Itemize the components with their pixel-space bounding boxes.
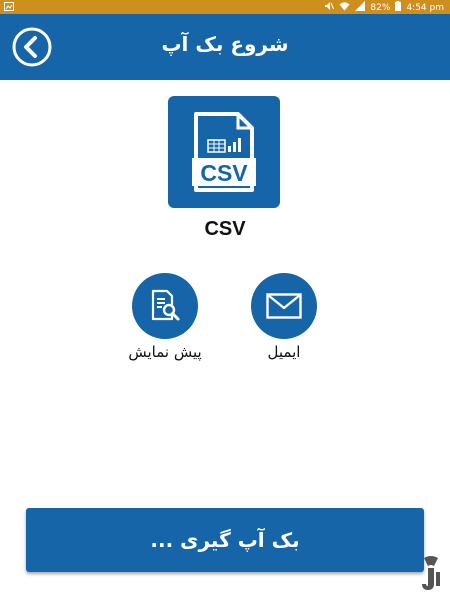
file-type-tile: CSV xyxy=(168,96,280,208)
wifi-icon xyxy=(339,1,350,15)
email-action[interactable]: ایمیل xyxy=(224,273,344,361)
envelope-icon xyxy=(266,293,302,319)
app-logo-icon xyxy=(416,554,446,594)
status-bar: 82% 4:54 pm xyxy=(0,0,450,14)
document-search-icon xyxy=(151,289,180,321)
back-arrow-icon xyxy=(12,27,52,67)
clock: 4:54 pm xyxy=(406,3,444,13)
mute-icon xyxy=(324,1,335,15)
preview-action[interactable]: پیش نمایش xyxy=(105,273,225,361)
battery-level: 82% xyxy=(370,3,391,13)
back-button[interactable] xyxy=(12,27,52,67)
preview-label: پیش نمایش xyxy=(128,343,202,361)
signal-icon xyxy=(355,1,366,15)
email-label: ایمیل xyxy=(267,343,301,361)
app-bar: شروع بک آپ xyxy=(0,14,450,80)
start-backup-button[interactable]: بک آپ گیری ... xyxy=(26,508,424,572)
notification-icon xyxy=(4,2,14,14)
csv-icon-text: CSV xyxy=(200,160,248,186)
preview-button[interactable] xyxy=(132,273,198,339)
csv-file-icon: CSV xyxy=(192,112,256,192)
page-title: شروع بک آپ xyxy=(161,32,289,56)
file-type-label: CSV xyxy=(204,218,246,240)
battery-icon xyxy=(395,1,402,15)
email-button[interactable] xyxy=(251,273,317,339)
